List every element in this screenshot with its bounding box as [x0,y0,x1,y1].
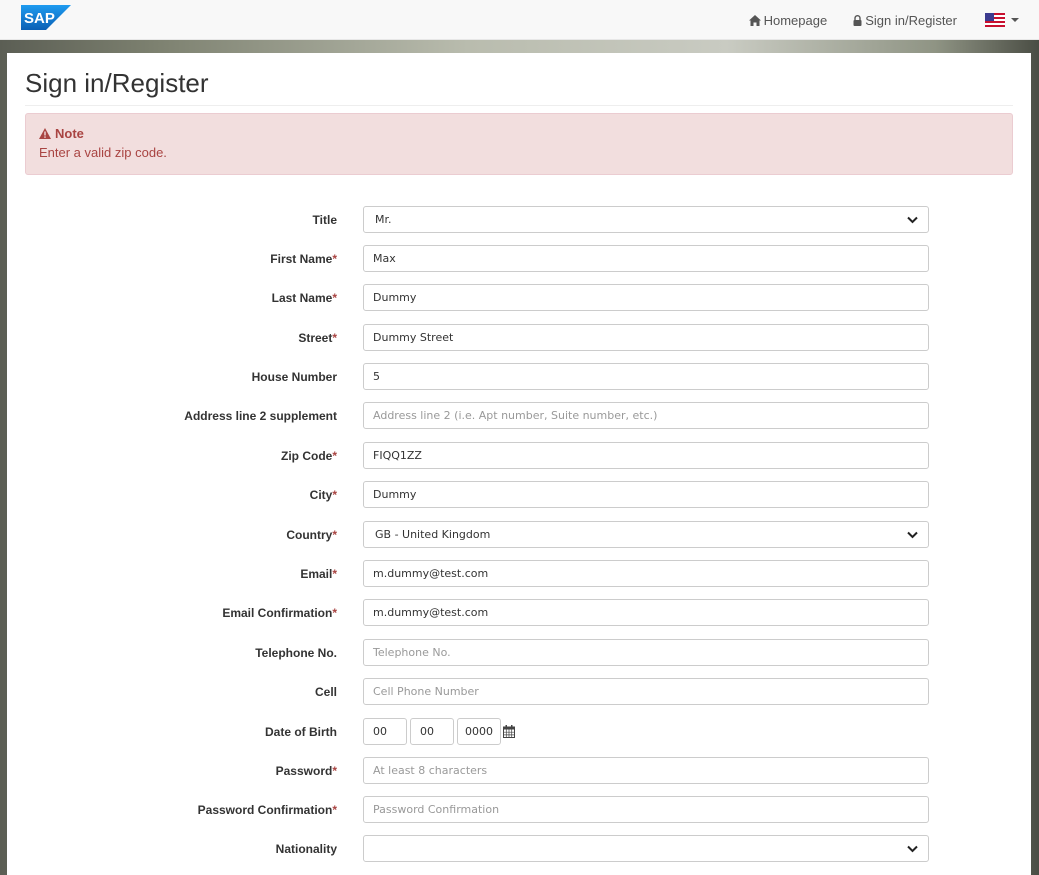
lock-icon [853,14,862,26]
form-row-telephone: Telephone No. Telephone No. [7,639,1031,667]
email-confirm-input[interactable]: m.dummy@test.com [363,599,929,626]
telephone-input[interactable]: Telephone No. [363,639,929,666]
top-navbar: SAP Homepage Sign in/Register [0,0,1039,40]
city-label: City* [309,488,337,502]
alert-heading-text: Note [55,126,84,141]
signin-register-link[interactable]: Sign in/Register [853,13,957,28]
email-confirm-label: Email Confirmation* [222,606,337,620]
form-row-zip: Zip Code* FIQQ1ZZ [7,442,1031,470]
form-row-city: City* Dummy [7,481,1031,509]
calendar-icon[interactable] [503,725,515,738]
cell-input[interactable]: Cell Phone Number [363,678,929,705]
last-name-input[interactable]: Dummy [363,284,929,311]
zip-label: Zip Code* [281,449,337,463]
zip-input[interactable]: FIQQ1ZZ [363,442,929,469]
form-row-house-number: House Number 5 [7,363,1031,391]
svg-text:SAP: SAP [24,10,55,27]
chevron-down-icon [907,845,918,853]
form-row-email-confirm: Email Confirmation* m.dummy@test.com [7,599,1031,627]
first-name-input[interactable]: Max [363,245,929,272]
address2-input[interactable]: Address line 2 (i.e. Apt number, Suite n… [363,402,929,429]
house-number-input[interactable]: 5 [363,363,929,390]
dob-day-input[interactable]: 00 [363,718,407,745]
language-dropdown[interactable] [985,13,1019,27]
homepage-label: Homepage [763,12,828,28]
password-input[interactable]: At least 8 characters [363,757,929,784]
us-flag-icon [985,13,1005,27]
signin-register-label: Sign in/Register [865,12,957,28]
title-label: Title [312,213,337,227]
first-name-label: First Name* [270,252,337,266]
chevron-down-icon [907,216,918,224]
title-select[interactable]: Mr. [363,206,929,233]
page-title: Sign in/Register [25,68,209,98]
last-name-label: Last Name* [271,291,337,305]
homepage-link[interactable]: Homepage [748,12,828,28]
form-row-title: Title Mr. [7,206,1031,234]
house-number-label: House Number [251,370,337,384]
dob-year-input[interactable]: 0000 [457,718,501,745]
nationality-select[interactable] [363,835,929,862]
form-row-street: Street* Dummy Street [7,324,1031,352]
dob-month-input[interactable]: 00 [410,718,454,745]
form-row-cell: Cell Cell Phone Number [7,678,1031,706]
title-divider [25,105,1013,106]
street-label: Street* [298,331,337,345]
warning-icon [39,128,51,139]
street-input[interactable]: Dummy Street [363,324,929,351]
form-row-password-confirm: Password Confirmation* Password Confirma… [7,796,1031,824]
chevron-down-icon [1011,18,1019,22]
cell-label: Cell [314,685,337,699]
country-select[interactable]: GB - United Kingdom [363,521,929,548]
home-icon [748,14,761,26]
email-input[interactable]: m.dummy@test.com [363,560,929,587]
form-row-nationality: Nationality [7,835,1031,863]
city-input[interactable]: Dummy [363,481,929,508]
form-row-last-name: Last Name* Dummy [7,284,1031,312]
email-label: Email* [300,567,337,581]
sap-logo[interactable]: SAP [21,5,71,30]
password-confirm-label: Password Confirmation* [197,803,337,817]
form-row-dob: Date of Birth 00 00 0000 [7,718,1031,746]
form-row-first-name: First Name* Max [7,245,1031,273]
address2-label: Address line 2 supplement [184,409,337,423]
dob-label: Date of Birth [265,725,337,739]
country-label: Country* [286,528,337,542]
alert-heading: Note [39,126,999,141]
nationality-label: Nationality [275,842,337,856]
main-panel: Sign in/Register Note Enter a valid zip … [7,53,1031,875]
form-row-address2: Address line 2 supplement Address line 2… [7,402,1031,430]
chevron-down-icon [907,531,918,539]
form-row-email: Email* m.dummy@test.com [7,560,1031,588]
error-alert: Note Enter a valid zip code. [25,113,1013,175]
password-confirm-input[interactable]: Password Confirmation [363,796,929,823]
form-row-password: Password* At least 8 characters [7,757,1031,785]
password-label: Password* [275,764,337,778]
telephone-label: Telephone No. [255,646,337,660]
alert-message: Enter a valid zip code. [39,145,167,160]
form-row-country: Country* GB - United Kingdom [7,521,1031,549]
